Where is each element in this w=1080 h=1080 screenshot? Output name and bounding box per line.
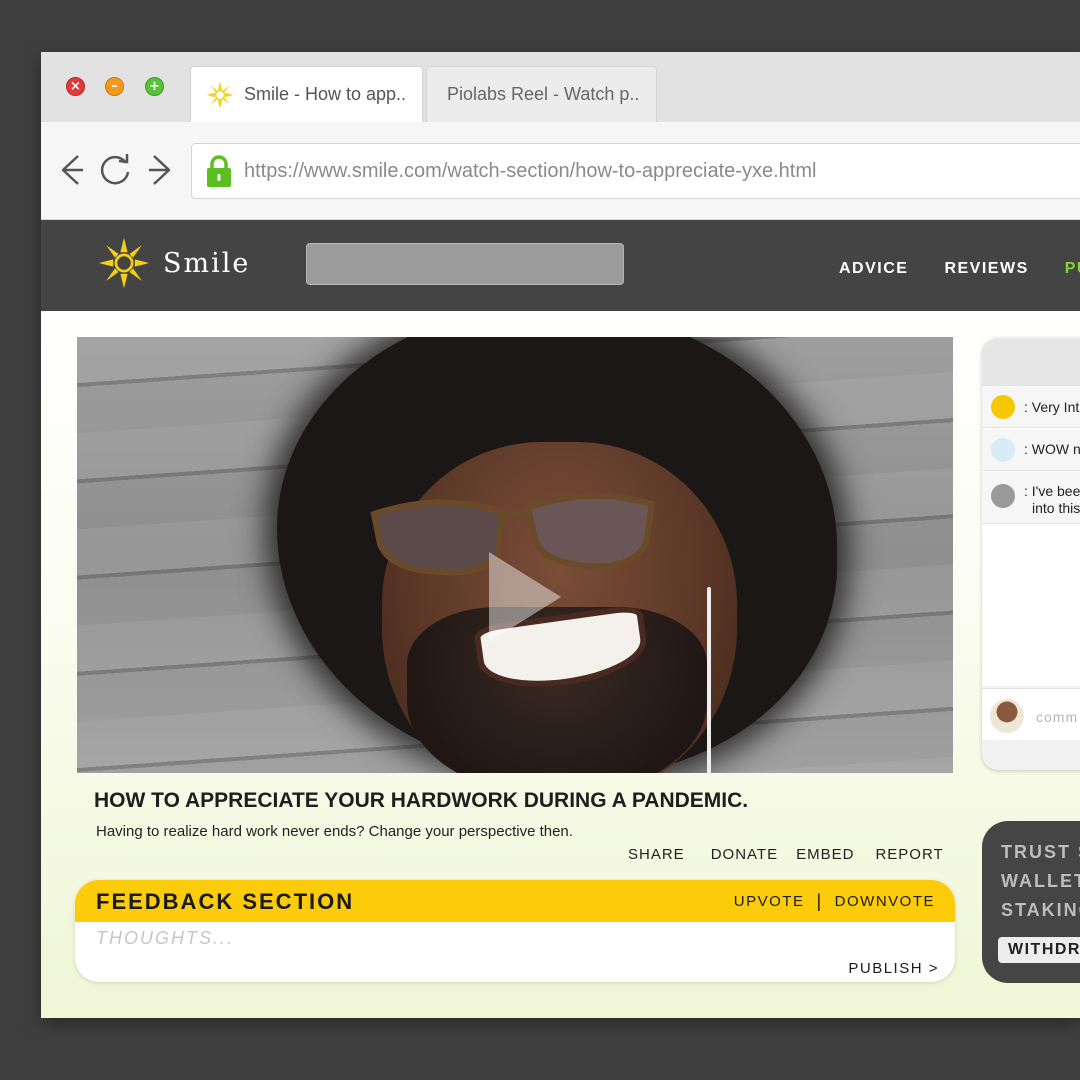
- tab-strip: × – + Smile - How to app.. Piolabs Reel …: [41, 52, 1080, 122]
- tab-piolabs[interactable]: Piolabs Reel - Watch p..: [426, 66, 657, 122]
- menu-item-pu[interactable]: PU: [1065, 260, 1080, 278]
- comment-text: : I've bee into this: [1024, 483, 1080, 517]
- vote-separator: |: [816, 891, 823, 911]
- wallet-item-wallet[interactable]: WALLET: [1001, 871, 1080, 892]
- reload-icon: [100, 154, 130, 185]
- thoughts-input[interactable]: [96, 928, 696, 949]
- vote-controls: UPVOTE | DOWNVOTE: [734, 891, 935, 911]
- wallet-item-trust[interactable]: TRUST S: [1001, 842, 1080, 863]
- video-actions: SHARE DONATE EMBED REPORT: [628, 846, 944, 863]
- feedback-title: FEEDBACK SECTION: [96, 889, 355, 914]
- comment-composer[interactable]: comm: [982, 688, 1080, 740]
- close-icon: ×: [70, 79, 81, 94]
- back-button[interactable]: [53, 150, 89, 190]
- lock-icon: [207, 155, 231, 187]
- comment-item: : I've bee into this: [982, 472, 1080, 524]
- tab-title: Smile - How to app..: [244, 84, 407, 104]
- navigation-bar: https://www.smile.com/watch-section/how-…: [41, 122, 1080, 220]
- publish-button[interactable]: PUBLISH >: [848, 960, 939, 977]
- comment-text: : Very Int: [1024, 399, 1080, 415]
- report-button[interactable]: REPORT: [875, 846, 943, 863]
- play-icon[interactable]: [489, 552, 561, 642]
- avatar: [991, 484, 1015, 508]
- minimize-icon: –: [111, 79, 118, 94]
- sun-logo-icon: [98, 237, 150, 289]
- video-player[interactable]: [77, 337, 953, 773]
- main-menu: ADVICE REVIEWS PU: [839, 260, 1080, 278]
- user-avatar: [990, 699, 1024, 733]
- embed-button[interactable]: EMBED: [796, 846, 854, 863]
- wallet-panel: TRUST S WALLET STAKING WITHDR: [982, 821, 1080, 983]
- earphone-cable: [707, 587, 711, 773]
- menu-item-reviews[interactable]: REVIEWS: [944, 260, 1028, 278]
- comment-line: into this: [1032, 500, 1080, 516]
- video-description: Having to realize hard work never ends? …: [96, 823, 573, 840]
- comment-line: : I've bee: [1024, 483, 1080, 499]
- maximize-icon: +: [149, 79, 160, 94]
- tab-smile[interactable]: Smile - How to app..: [190, 66, 423, 122]
- smile-favicon-icon: [206, 81, 234, 108]
- feedback-header: FEEDBACK SECTION UPVOTE | DOWNVOTE: [75, 880, 955, 922]
- minimize-window-button[interactable]: –: [105, 77, 124, 96]
- close-window-button[interactable]: ×: [66, 77, 85, 96]
- wallet-item-staking[interactable]: STAKING: [1001, 900, 1080, 921]
- comments-panel-header: [982, 338, 1080, 386]
- comment-item: : Very Int: [982, 386, 1080, 428]
- comments-list: : Very Int : WOW n : I've bee into this: [982, 386, 1080, 686]
- video-title: HOW TO APPRECIATE YOUR HARDWORK DURING A…: [94, 789, 749, 812]
- comments-panel: : Very Int : WOW n : I've bee into this …: [982, 338, 1080, 770]
- site-search-input[interactable]: [306, 243, 624, 285]
- tab-title: Piolabs Reel - Watch p..: [447, 84, 640, 104]
- maximize-window-button[interactable]: +: [145, 77, 164, 96]
- comment-item: : WOW n: [982, 429, 1080, 471]
- feedback-section: FEEDBACK SECTION UPVOTE | DOWNVOTE PUBLI…: [75, 880, 955, 982]
- comment-input-placeholder[interactable]: comm: [1036, 709, 1078, 725]
- donate-button[interactable]: DONATE: [711, 846, 778, 863]
- avatar: [991, 438, 1015, 462]
- site-header: Smile ADVICE REVIEWS PU: [41, 220, 1080, 311]
- downvote-button[interactable]: DOWNVOTE: [835, 893, 935, 910]
- reload-button[interactable]: [97, 150, 133, 190]
- menu-item-advice[interactable]: ADVICE: [839, 260, 908, 278]
- page-content: HOW TO APPRECIATE YOUR HARDWORK DURING A…: [41, 311, 1080, 1018]
- url-text: https://www.smile.com/watch-section/how-…: [244, 159, 817, 182]
- arrow-left-icon: [61, 155, 83, 185]
- avatar: [991, 395, 1015, 419]
- site-logo[interactable]: Smile: [97, 236, 250, 290]
- share-button[interactable]: SHARE: [628, 846, 685, 863]
- address-bar[interactable]: https://www.smile.com/watch-section/how-…: [191, 143, 1080, 199]
- brand-name: Smile: [163, 247, 251, 279]
- browser-window: × – + Smile - How to app.. Piolabs Reel …: [41, 52, 1080, 1018]
- comment-text: : WOW n: [1024, 441, 1080, 457]
- upvote-button[interactable]: UPVOTE: [734, 893, 805, 910]
- arrow-right-icon: [149, 155, 171, 185]
- forward-button[interactable]: [143, 150, 179, 190]
- withdraw-button[interactable]: WITHDR: [998, 937, 1080, 963]
